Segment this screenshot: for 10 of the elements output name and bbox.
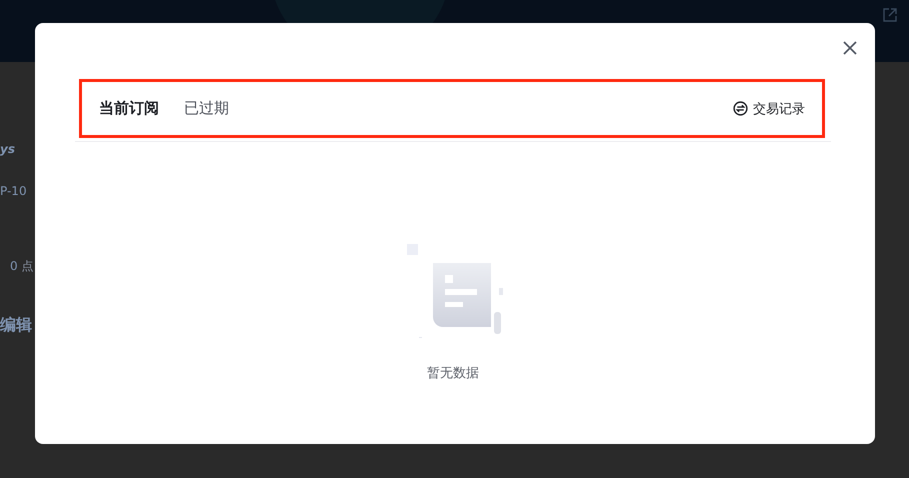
empty-state-text: 暂无数据 <box>427 365 479 382</box>
tab[interactable]: 已过期 <box>184 99 229 118</box>
profile-title: ys <box>0 142 16 156</box>
tab[interactable]: 当前订阅 <box>99 99 159 118</box>
close-button[interactable] <box>841 39 859 57</box>
transaction-history-link[interactable]: 交易记录 <box>733 100 805 118</box>
edit-heading: 编辑 <box>0 315 33 336</box>
profile-meta: P-10 <box>0 184 28 198</box>
exchange-icon <box>733 101 748 116</box>
points-count: 0 点 <box>10 258 34 275</box>
